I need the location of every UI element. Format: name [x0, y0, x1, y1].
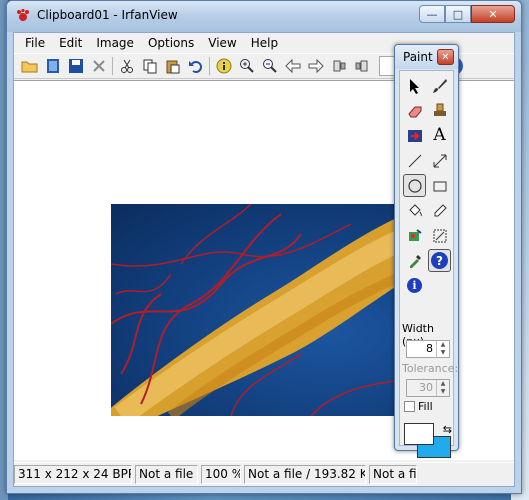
window-controls: — □ ✕: [419, 5, 515, 23]
status-dimensions: 311 x 212 x 24 BPP: [14, 465, 132, 484]
eraser-icon[interactable]: [403, 99, 426, 122]
jellyfish-picture: [111, 204, 422, 416]
minimize-button[interactable]: —: [419, 5, 445, 23]
rotate-left-icon[interactable]: [327, 55, 350, 77]
menu-view[interactable]: View: [201, 33, 243, 53]
delete-icon[interactable]: [87, 55, 110, 77]
status-zoom: 100 %: [201, 465, 241, 484]
tolerance-spinner: 30 ▲ ▼: [406, 379, 450, 397]
info-icon[interactable]: [212, 55, 235, 77]
menu-options[interactable]: Options: [141, 33, 201, 53]
spinner-arrows-icon[interactable]: ▲ ▼: [436, 341, 449, 357]
previous-arrow-icon[interactable]: [281, 55, 304, 77]
paste-icon[interactable]: [161, 55, 184, 77]
spinner-arrows-icon: ▲ ▼: [436, 380, 449, 396]
undo-icon[interactable]: [184, 55, 207, 77]
window-title: Clipboard01 - IrfanView: [37, 8, 178, 22]
jellyfish-image: [111, 204, 422, 416]
width-spinner[interactable]: 8 ▲ ▼: [406, 340, 450, 358]
menu-image[interactable]: Image: [89, 33, 141, 53]
swap-colors-icon[interactable]: ⇆: [443, 423, 452, 436]
irfanview-app-icon: [17, 8, 29, 21]
paint-info-icon[interactable]: i: [403, 274, 426, 297]
circle-icon[interactable]: [403, 174, 426, 197]
menu-edit[interactable]: Edit: [52, 33, 89, 53]
toolbar-separator: [112, 57, 113, 75]
retouch-icon[interactable]: [403, 249, 426, 272]
selection-arrow-icon[interactable]: [403, 74, 426, 97]
status-size: Not a file / 193.82 KB: [244, 465, 366, 484]
foreground-color-swatch[interactable]: [404, 423, 434, 445]
info-glyph: i: [407, 278, 422, 293]
clone-icon[interactable]: [428, 224, 451, 247]
status-file-2: Not a file: [369, 465, 417, 484]
color-picker-icon[interactable]: [428, 199, 451, 222]
copy-icon[interactable]: [138, 55, 161, 77]
fill-checkbox[interactable]: [404, 401, 415, 412]
rectangle-icon[interactable]: [428, 174, 451, 197]
help-glyph: ?: [431, 252, 448, 269]
arrow-line-icon[interactable]: [428, 149, 451, 172]
fill-bucket-icon[interactable]: [403, 199, 426, 222]
filmstrip-icon[interactable]: [41, 55, 64, 77]
brush-icon[interactable]: [428, 74, 451, 97]
fill-option[interactable]: Fill: [404, 400, 433, 413]
paint-palette: Paint ✕ A ? i Width 8 ▲ ▼ Tolerance: 30 …: [394, 44, 459, 458]
tolerance-value: 30: [419, 381, 433, 394]
effects-brush-icon[interactable]: [403, 224, 426, 247]
width-value: 8: [426, 342, 433, 355]
menu-help[interactable]: Help: [244, 33, 285, 53]
close-button[interactable]: ✕: [471, 5, 515, 23]
status-bar: 311 x 212 x 24 BPP Not a file 100 % Not …: [14, 462, 514, 486]
tolerance-label: Tolerance:: [402, 362, 459, 375]
zoom-in-icon[interactable]: [235, 55, 258, 77]
redeye-icon[interactable]: [403, 124, 426, 147]
next-arrow-icon[interactable]: [304, 55, 327, 77]
rotate-right-icon[interactable]: [350, 55, 373, 77]
maximize-button[interactable]: □: [445, 5, 471, 23]
paint-close-button[interactable]: ✕: [437, 49, 454, 65]
save-icon[interactable]: [64, 55, 87, 77]
fill-label: Fill: [418, 400, 433, 413]
paint-tools-panel: A ? i Width 8 ▲ ▼ Tolerance: 30 ▲ ▼ Fill…: [399, 70, 458, 458]
paint-help-icon[interactable]: ?: [428, 249, 451, 272]
toolbar-separator: [209, 57, 210, 75]
color-selector[interactable]: ⇆: [404, 423, 452, 461]
paint-title: Paint: [403, 50, 433, 64]
title-bar[interactable]: Clipboard01 - IrfanView — □ ✕: [7, 1, 521, 32]
zoom-out-icon[interactable]: [258, 55, 281, 77]
open-folder-icon[interactable]: [18, 55, 41, 77]
menu-file[interactable]: File: [18, 33, 52, 53]
paint-title-bar[interactable]: Paint ✕: [395, 45, 458, 69]
stamp-icon[interactable]: [428, 99, 451, 122]
line-icon[interactable]: [403, 149, 426, 172]
status-file: Not a file: [135, 465, 198, 484]
paint-tool-grid: A ? i: [403, 74, 453, 299]
text-icon[interactable]: A: [428, 124, 451, 147]
cut-icon[interactable]: [115, 55, 138, 77]
